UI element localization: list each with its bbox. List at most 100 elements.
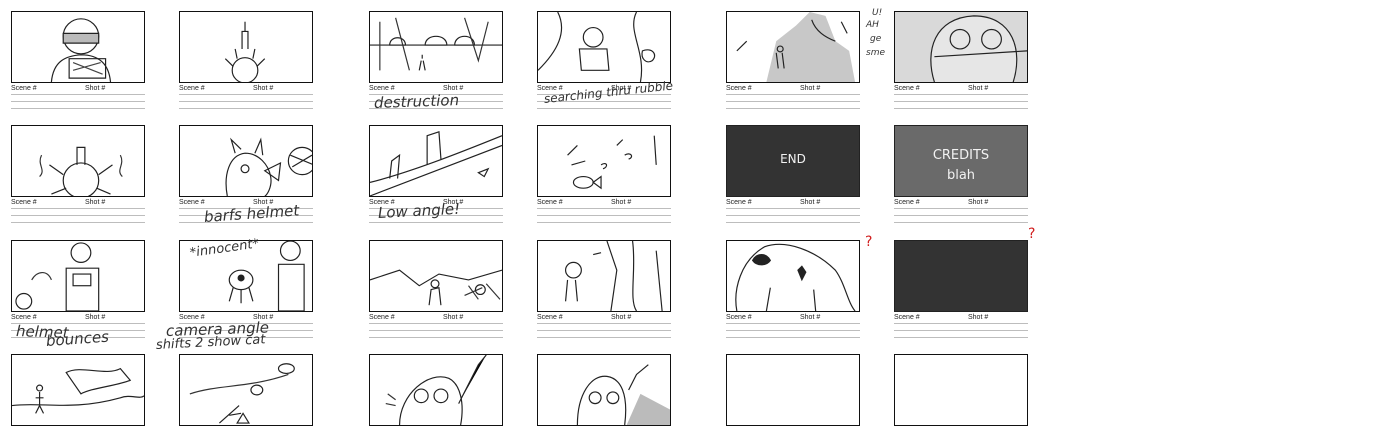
shot-label: Shot # (800, 314, 821, 321)
scene-label: Scene # (894, 314, 920, 321)
credits-card-title: CREDITS (932, 148, 990, 163)
storyboard-panel-distant-figures (179, 354, 313, 426)
storyboard-panel-grey-mountain (726, 11, 860, 83)
note-line (11, 108, 145, 109)
panel-meta: Scene # Shot # (11, 85, 145, 113)
sketch-dark-card (895, 241, 1027, 311)
sketch-low-angle-ground (370, 131, 502, 196)
panel-meta: Scene # Shot # (726, 314, 860, 342)
sketch-fish-debris (567, 135, 657, 190)
note-line (537, 215, 671, 216)
scene-label: Scene # (369, 85, 395, 92)
note-line (369, 222, 503, 223)
panel-meta: Scene # Shot # (537, 314, 671, 342)
scene-label: Scene # (369, 314, 395, 321)
note-line (726, 208, 860, 209)
note-line (726, 215, 860, 216)
scene-label: Scene # (11, 85, 37, 92)
note-line (726, 101, 860, 102)
sketch-tiny-figure-landscape (12, 367, 144, 414)
note-line (726, 330, 860, 331)
note-line (11, 101, 145, 102)
sketch-ninja-closeup-grey (576, 364, 670, 425)
note-line (537, 222, 671, 223)
storyboard-panel-empty (726, 354, 860, 426)
note-line (894, 94, 1028, 95)
panel-meta: Scene # Shot # (894, 314, 1028, 342)
note-line (726, 222, 860, 223)
storyboard-panel-tiny-figure-landscape (11, 354, 145, 426)
note-side-2: AH (866, 20, 879, 30)
storyboard-panel-low-angle-ground (369, 125, 503, 197)
sketch-destruction-scene (370, 17, 502, 71)
panel-meta: Scene # Shot # (894, 199, 1028, 227)
note-destruction: destruction (373, 91, 460, 112)
storyboard-panel-ninja-with-basket (11, 11, 145, 83)
storyboard-panel-empty (894, 354, 1028, 426)
note-line (894, 215, 1028, 216)
sketch-ninja-with-basket (50, 18, 112, 82)
sketch-ninja-back-spiky (39, 146, 123, 196)
scene-label: Scene # (726, 199, 752, 206)
note-side-4: sme (866, 48, 885, 58)
note-line (894, 323, 1028, 324)
note-line (179, 101, 313, 102)
note-side-1: U! (872, 8, 883, 18)
note-line (537, 208, 671, 209)
note-line (726, 94, 860, 95)
end-card-text: END (780, 152, 806, 166)
note-line (894, 337, 1028, 338)
scene-label: Scene # (726, 314, 752, 321)
storyboard-panel-searching-rubble (537, 11, 671, 83)
note-line (726, 108, 860, 109)
sketch-empty (895, 355, 1027, 425)
scene-label: Scene # (179, 199, 205, 206)
storyboard-panel-ninja-peek (537, 240, 671, 312)
note-line (894, 222, 1028, 223)
note-line (369, 337, 503, 338)
scene-label: Scene # (726, 85, 752, 92)
storyboard-panel-end-card: END (726, 125, 860, 197)
sketch-distant-figures (189, 363, 295, 424)
scene-label: Scene # (11, 314, 37, 321)
note-line (537, 108, 671, 109)
storyboard-panel-destruction-scene (369, 11, 503, 83)
shot-label: Shot # (800, 199, 821, 206)
sketch-giant-creature (735, 243, 856, 311)
scene-label: Scene # (894, 85, 920, 92)
sketch-big-face-grey (895, 12, 1027, 82)
panel-meta: Scene # Shot # (179, 85, 313, 113)
question-mark-2: ? (1028, 226, 1036, 242)
note-line (11, 208, 145, 209)
shot-label: Shot # (968, 199, 989, 206)
note-line (179, 108, 313, 109)
panel-meta: Scene # Shot # (11, 199, 145, 227)
sketch-ninja-peek (564, 241, 663, 311)
storyboard-panel-ninja-closeup (369, 354, 503, 426)
storyboard-panel-ninja-closeup-grey (537, 354, 671, 426)
note-line (537, 323, 671, 324)
panel-meta: Scene # Shot # (726, 85, 860, 113)
storyboard-panel-giant-creature (726, 240, 860, 312)
shot-label: Shot # (611, 199, 632, 206)
note-line (894, 208, 1028, 209)
note-line (537, 337, 671, 338)
note-line (894, 101, 1028, 102)
note-line (726, 323, 860, 324)
note-line (894, 330, 1028, 331)
sketch-creature-barfs-helmet (225, 137, 312, 196)
scene-label: Scene # (537, 199, 563, 206)
storyboard-panel-big-face-grey (894, 11, 1028, 83)
storyboard-panel-spiky-figure-small (179, 11, 313, 83)
note-line (11, 94, 145, 95)
note-line (179, 94, 313, 95)
shot-label: Shot # (85, 314, 106, 321)
shot-label: Shot # (800, 85, 821, 92)
scene-label: Scene # (179, 85, 205, 92)
shot-label: Shot # (611, 314, 632, 321)
note-line (369, 330, 503, 331)
storyboard-panel-ninja-holding-helmet (11, 240, 145, 312)
scene-label: Scene # (11, 199, 37, 206)
note-line (11, 215, 145, 216)
storyboard-panel-creature-barfs-helmet (179, 125, 313, 197)
